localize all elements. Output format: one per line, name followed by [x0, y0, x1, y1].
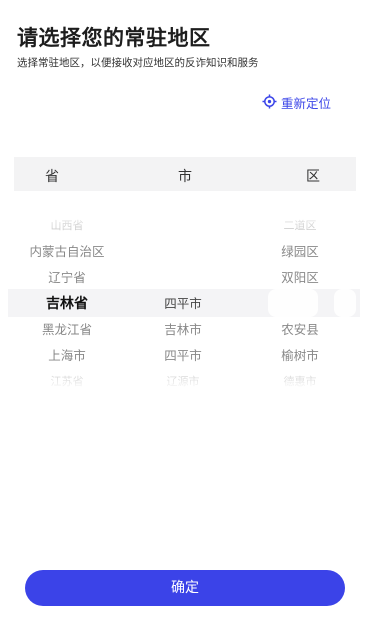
column-header-district: 区 — [306, 169, 320, 185]
province-option[interactable]: 上海市 — [12, 343, 122, 369]
page-title: 请选择您的常驻地区 — [17, 26, 211, 50]
province-column[interactable]: 山西省 内蒙古自治区 辽宁省 吉林省 黑龙江省 上海市 江苏省 — [12, 213, 122, 395]
region-select-page: 请选择您的常驻地区 选择常驻地区，以便接收对应地区的反诈知识和服务 重新定位 省… — [0, 0, 369, 636]
city-option[interactable]: 辽源市 — [128, 369, 238, 395]
district-option[interactable]: 德惠市 — [245, 369, 355, 395]
province-option[interactable]: 江苏省 — [12, 369, 122, 395]
province-option[interactable]: 辽宁省 — [12, 265, 122, 291]
locate-icon — [262, 93, 277, 112]
district-option-selected[interactable] — [245, 291, 355, 317]
city-column[interactable]: 四平市 吉林市 四平市 辽源市 — [128, 291, 238, 395]
district-option[interactable]: 双阳区 — [245, 265, 355, 291]
page-subtitle: 选择常驻地区，以便接收对应地区的反诈知识和服务 — [17, 57, 259, 69]
relocate-button[interactable]: 重新定位 — [262, 93, 331, 112]
district-option[interactable]: 绿园区 — [245, 239, 355, 265]
column-header-province: 省 — [45, 169, 59, 185]
column-header-city: 市 — [178, 169, 192, 185]
city-option-selected[interactable]: 四平市 — [128, 291, 238, 317]
province-option[interactable]: 黑龙江省 — [12, 317, 122, 343]
city-option[interactable]: 吉林市 — [128, 317, 238, 343]
province-option[interactable]: 山西省 — [12, 213, 122, 239]
relocate-label: 重新定位 — [280, 96, 331, 111]
province-option[interactable]: 内蒙古自治区 — [12, 239, 122, 265]
province-option-selected[interactable]: 吉林省 — [12, 291, 122, 317]
confirm-button[interactable]: 确定 — [25, 570, 345, 606]
city-option[interactable]: 四平市 — [128, 343, 238, 369]
district-option[interactable]: 二道区 — [245, 213, 355, 239]
district-option[interactable]: 农安县 — [245, 317, 355, 343]
district-column[interactable]: 二道区 绿园区 双阳区 农安县 榆树市 德惠市 — [245, 213, 355, 395]
picker-column-headers: 省 市 区 — [14, 157, 356, 191]
district-option[interactable]: 榆树市 — [245, 343, 355, 369]
